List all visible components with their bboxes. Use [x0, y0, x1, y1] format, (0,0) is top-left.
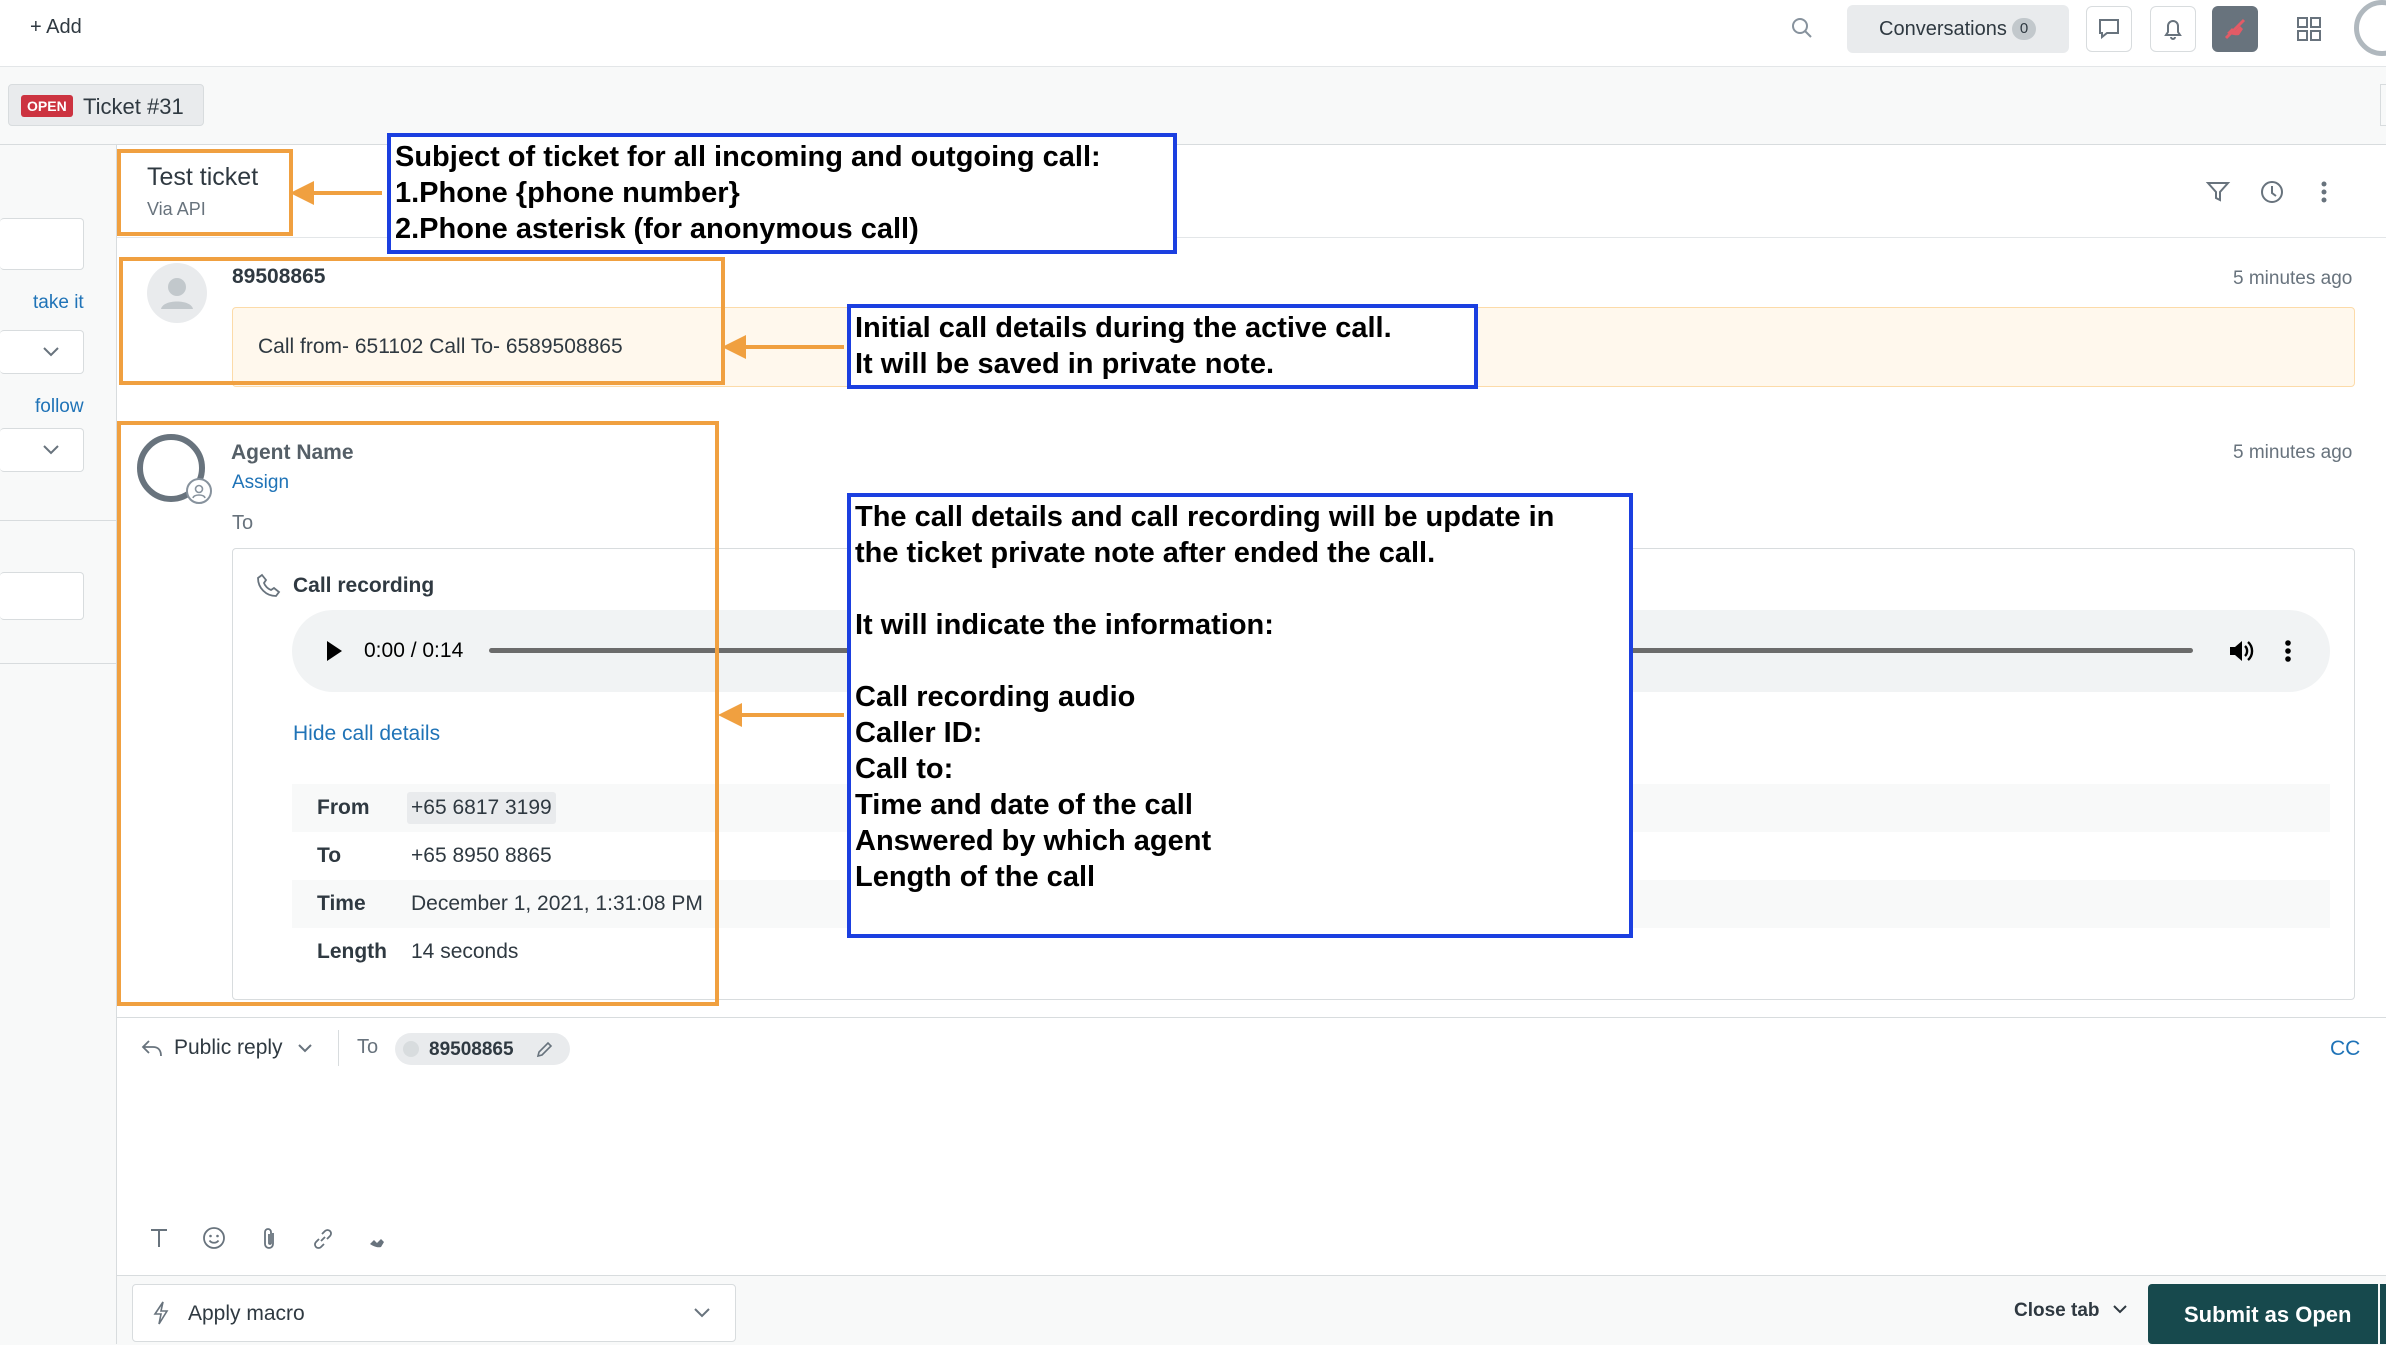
apps-grid-icon[interactable]	[2296, 16, 2322, 47]
reply-to-label: To	[357, 1036, 379, 1058]
volume-icon[interactable]	[2226, 637, 2254, 670]
conversations-count-badge: 0	[2012, 18, 2036, 40]
annotation-arrowhead-initial	[722, 335, 746, 359]
chevron-down-icon	[2113, 1305, 2127, 1314]
annotation-initial-note: Initial call details during the active c…	[847, 304, 1478, 389]
note2-time: 5 minutes ago	[2233, 442, 2353, 463]
annotation-arrowhead-recording	[718, 703, 742, 727]
reply-divider	[338, 1030, 339, 1066]
link-icon[interactable]	[310, 1226, 336, 1257]
property-divider-2	[0, 663, 116, 664]
edit-pencil-icon[interactable]	[535, 1039, 555, 1059]
ticket-tab-title: Ticket #31	[83, 94, 184, 119]
status-badge: OPEN	[21, 95, 73, 117]
annotation-arrowhead-subject	[290, 181, 314, 205]
lightning-icon	[153, 1301, 169, 1325]
reply-mode-selector[interactable]: Public reply	[174, 1036, 313, 1060]
recipient-avatar-icon	[403, 1041, 419, 1057]
property-input-1[interactable]	[0, 218, 84, 270]
chat-icon[interactable]	[2086, 6, 2132, 52]
call-icon[interactable]	[366, 1228, 390, 1257]
property-input-2[interactable]	[0, 572, 84, 620]
reply-mode-label: Public reply	[174, 1036, 283, 1059]
cc-link[interactable]: CC	[2330, 1037, 2360, 1061]
submit-label: Submit as Open	[2184, 1302, 2352, 1327]
annotation-initial-box	[119, 257, 725, 385]
more-options-icon[interactable]	[2318, 178, 2330, 211]
filter-icon[interactable]	[2204, 178, 2232, 211]
annotation-subject-text: Subject of ticket for all incoming and o…	[395, 141, 1101, 245]
attachment-icon[interactable]	[258, 1226, 280, 1257]
annotation-subject-note: Subject of ticket for all incoming and o…	[387, 133, 1177, 254]
tab-bar-edge	[2380, 84, 2386, 126]
tab-bar	[0, 67, 2386, 145]
conversations-button[interactable]: Conversations 0	[1847, 5, 2069, 53]
apply-macro-label: Apply macro	[188, 1302, 305, 1325]
property-divider	[0, 520, 116, 521]
chevron-down-icon	[298, 1044, 312, 1053]
search-icon[interactable]	[1790, 16, 1814, 45]
ticket-properties-panel	[0, 145, 117, 1344]
assignee-select[interactable]	[0, 330, 84, 374]
reply-icon	[141, 1038, 163, 1063]
annotation-arrow-subject	[310, 191, 382, 195]
close-tab-label: Close tab	[2014, 1300, 2100, 1321]
audio-more-icon[interactable]	[2282, 637, 2294, 670]
notification-bell-icon[interactable]	[2150, 6, 2196, 52]
take-it-link[interactable]: take it	[33, 292, 84, 314]
close-tab-button[interactable]: Close tab	[2014, 1300, 2128, 1322]
annotation-arrow-initial	[744, 345, 844, 349]
annotation-subject-box	[117, 149, 293, 236]
apply-macro-select[interactable]: Apply macro	[132, 1284, 736, 1342]
annotation-recording-box	[117, 421, 719, 1006]
annotation-arrow-recording	[740, 713, 844, 717]
phone-status-icon[interactable]	[2212, 6, 2258, 52]
add-button[interactable]: + Add	[30, 16, 82, 39]
ticket-tab[interactable]: OPEN Ticket #31	[8, 84, 204, 126]
recipient-pill[interactable]: 89508865	[395, 1033, 570, 1065]
followers-select[interactable]	[0, 428, 84, 472]
chevron-down-icon	[694, 1308, 710, 1318]
text-format-icon[interactable]	[148, 1226, 170, 1255]
follow-link[interactable]: follow	[35, 396, 84, 418]
emoji-icon[interactable]	[202, 1226, 226, 1255]
note1-time: 5 minutes ago	[2233, 268, 2353, 289]
submit-options-button[interactable]	[2380, 1284, 2386, 1344]
recipient-name: 89508865	[429, 1039, 514, 1060]
annotation-recording-note: The call details and call recording will…	[847, 493, 1633, 938]
history-icon[interactable]	[2258, 178, 2286, 211]
conversations-label: Conversations	[1879, 18, 2007, 40]
annotation-recording-text: The call details and call recording will…	[855, 501, 1555, 893]
annotation-initial-text: Initial call details during the active c…	[855, 312, 1392, 380]
submit-button[interactable]: Submit as Open	[2148, 1284, 2378, 1344]
